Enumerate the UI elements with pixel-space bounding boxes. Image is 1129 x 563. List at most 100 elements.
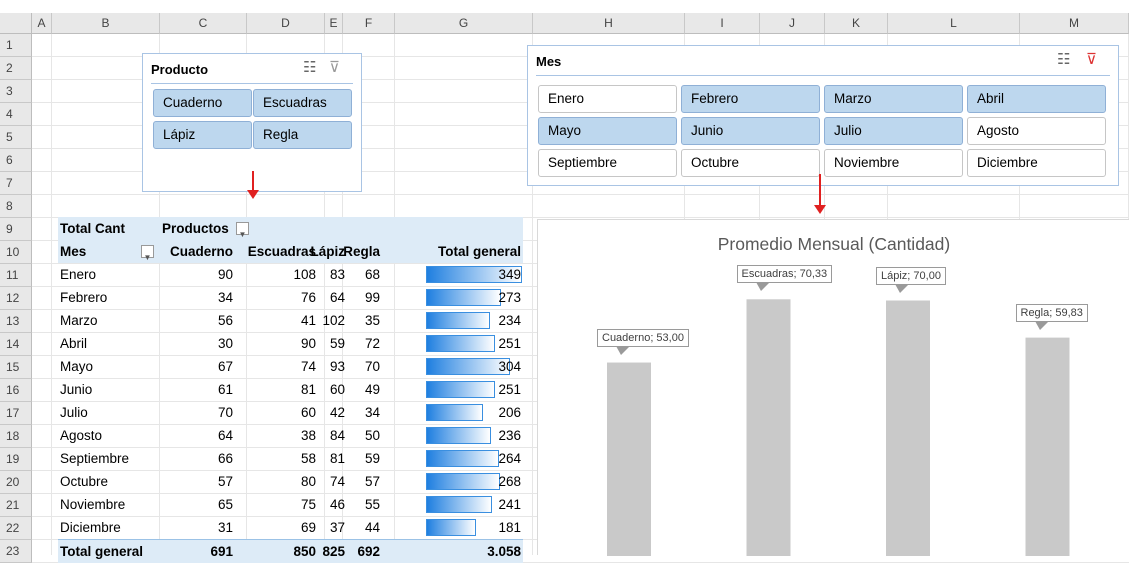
slicer-item-febrero[interactable]: Febrero [681,85,820,113]
table-row: Febrero 34 76 64 99 273 [58,286,523,309]
pivot-value: 34 [217,290,233,305]
column-header-b[interactable]: B [52,13,160,34]
column-header-j[interactable]: J [760,13,825,34]
row-header-18[interactable]: 18 [0,425,32,448]
product-slicer-title: Producto [151,62,209,77]
pivot-value: 273 [498,290,521,305]
rows-filter-dropdown-icon[interactable]: ▼ [141,245,154,262]
slicer-item-noviembre[interactable]: Noviembre [824,149,963,177]
pivot-total-value: 850 [293,544,316,559]
pivot-value: 72 [364,336,380,351]
slicer-item-marzo[interactable]: Marzo [824,85,963,113]
slicer-item-agosto[interactable]: Agosto [967,117,1106,145]
column-header-l[interactable]: L [888,13,1020,34]
row-header-6[interactable]: 6 [0,149,32,172]
row-header-11[interactable]: 11 [0,264,32,287]
slicer-item-octubre[interactable]: Octubre [681,149,820,177]
pivot-value: 93 [329,359,345,374]
multi-select-icon[interactable]: ☷ [303,58,316,76]
row-header-23[interactable]: 23 [0,540,32,563]
column-header-e[interactable]: E [325,13,343,34]
slicer-item-diciembre[interactable]: Diciembre [967,149,1106,177]
pivot-header-row: Total Cant Productos ▼ [58,217,523,240]
table-row: Noviembre 65 75 46 55 241 [58,493,523,516]
row-header-9[interactable]: 9 [0,218,32,241]
pivot-value: 349 [498,267,521,282]
row-header-4[interactable]: 4 [0,103,32,126]
column-header-g[interactable]: G [395,13,533,34]
row-header-5[interactable]: 5 [0,126,32,149]
row-header-12[interactable]: 12 [0,287,32,310]
pivot-value: 57 [217,474,233,489]
row-header-3[interactable]: 3 [0,80,32,103]
pivot-value: 59 [364,451,380,466]
pivot-value: 74 [300,359,316,374]
pivot-row-month: Junio [60,382,93,397]
columns-filter-dropdown-icon[interactable]: ▼ [236,222,249,239]
column-header-f[interactable]: F [343,13,395,34]
slicer-item-julio[interactable]: Julio [824,117,963,145]
pivot-value: 46 [329,497,345,512]
slicer-item-lápiz[interactable]: Lápiz [153,121,252,149]
databar [426,473,500,490]
databar [426,335,495,352]
pivot-value: 42 [329,405,345,420]
pivot-total-row: Total general 691 850 825 692 3.058 [58,539,523,563]
bar-escuadras[interactable] [746,299,791,556]
pivot-row-month: Marzo [60,313,98,328]
pivot-value: 60 [300,405,316,420]
row-header-19[interactable]: 19 [0,448,32,471]
pivot-value: 70 [364,359,380,374]
row-header-20[interactable]: 20 [0,471,32,494]
slicer-item-escuadras[interactable]: Escuadras [253,89,352,117]
bar-regla[interactable] [1025,337,1070,556]
row-header-15[interactable]: 15 [0,356,32,379]
pivot-row-month: Julio [60,405,88,420]
row-header-16[interactable]: 16 [0,379,32,402]
column-header-d[interactable]: D [247,13,325,34]
column-header-m[interactable]: M [1020,13,1129,34]
column-header-c[interactable]: C [160,13,247,34]
average-chart[interactable]: Promedio Mensual (Cantidad) Cuaderno; 53… [537,219,1129,557]
select-all-corner[interactable] [0,13,32,34]
pivot-value: 64 [329,290,345,305]
row-header-21[interactable]: 21 [0,494,32,517]
table-row: Julio 70 60 42 34 206 [58,401,523,424]
chart-plot [607,299,1070,557]
pivot-value: 99 [364,290,380,305]
row-header-1[interactable]: 1 [0,34,32,57]
row-header-8[interactable]: 8 [0,195,32,218]
column-header-h[interactable]: H [533,13,685,34]
column-header-k[interactable]: K [825,13,888,34]
clear-filter-icon[interactable]: ⊽ [1086,50,1097,68]
row-header-13[interactable]: 13 [0,310,32,333]
bar-lápiz[interactable] [886,300,930,557]
slicer-item-abril[interactable]: Abril [967,85,1106,113]
slicer-item-septiembre[interactable]: Septiembre [538,149,677,177]
databar [426,404,483,421]
row-header-2[interactable]: 2 [0,57,32,80]
clear-filter-icon[interactable]: ⊽ [329,58,340,76]
row-header-14[interactable]: 14 [0,333,32,356]
row-header-17[interactable]: 17 [0,402,32,425]
column-header-a[interactable]: A [32,13,52,34]
column-header-i[interactable]: I [685,13,760,34]
pivot-header-row: Mes ▼ Cuaderno Escuadras Lápiz Regla Total gen… [58,240,523,263]
slicer-item-mayo[interactable]: Mayo [538,117,677,145]
row-header-22[interactable]: 22 [0,517,32,540]
pivot-value: 58 [300,451,316,466]
databar [426,427,491,444]
table-row: Marzo 56 41 102 35 234 [58,309,523,332]
slicer-item-junio[interactable]: Junio [681,117,820,145]
pivot-value: 90 [217,267,233,282]
bar-cuaderno[interactable] [607,362,651,556]
pivot-row-month: Febrero [60,290,108,305]
slicer-item-cuaderno[interactable]: Cuaderno [153,89,252,117]
slicer-item-regla[interactable]: Regla [253,121,352,149]
row-header-7[interactable]: 7 [0,172,32,195]
pivot-value: 80 [300,474,316,489]
pivot-value: 65 [217,497,233,512]
slicer-item-enero[interactable]: Enero [538,85,677,113]
row-header-10[interactable]: 10 [0,241,32,264]
multi-select-icon[interactable]: ☷ [1057,50,1070,68]
